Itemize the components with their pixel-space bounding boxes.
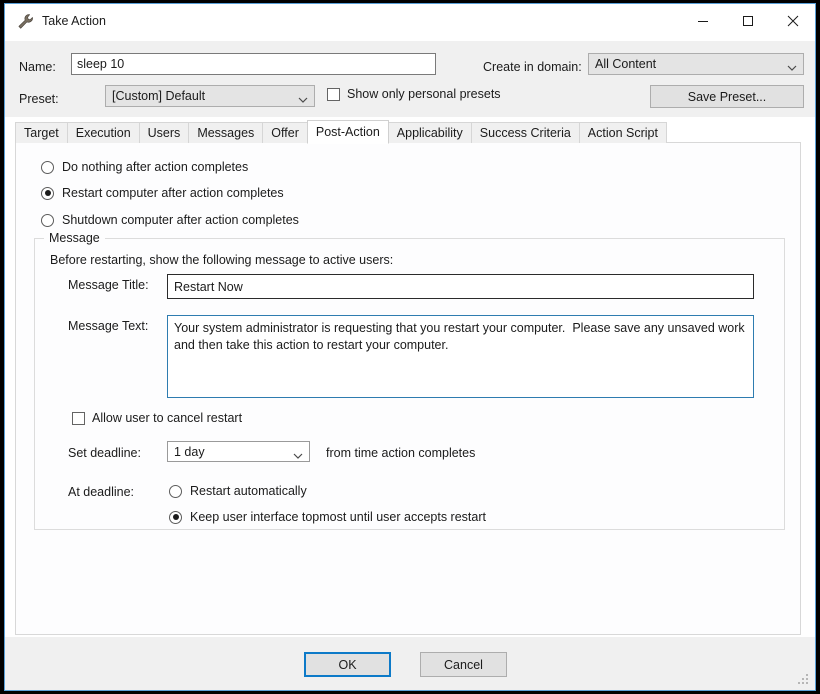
show-only-personal-presets-label: Show only personal presets: [347, 87, 501, 101]
ok-button[interactable]: OK: [304, 652, 391, 677]
close-icon[interactable]: [770, 4, 815, 38]
set-deadline-dropdown[interactable]: 1 day: [167, 441, 310, 462]
tab-messages[interactable]: Messages: [188, 122, 263, 143]
radio-shutdown-computer[interactable]: Shutdown computer after action completes: [41, 213, 299, 227]
preset-value: [Custom] Default: [112, 89, 205, 103]
tab-strip: Target Execution Users Messages Offer Po…: [15, 120, 666, 143]
tab-post-action[interactable]: Post-Action: [307, 120, 389, 144]
show-only-personal-presets-checkbox[interactable]: Show only personal presets: [327, 87, 501, 101]
radio-indicator: [41, 214, 54, 227]
chevron-down-icon: [293, 448, 303, 455]
message-text-area[interactable]: Your system administrator is requesting …: [167, 315, 754, 398]
name-label: Name:: [19, 60, 56, 74]
radio-indicator: [169, 511, 182, 524]
tab-applicability[interactable]: Applicability: [388, 122, 472, 143]
radio-restart-automatically-label: Restart automatically: [190, 484, 307, 498]
tab-success-criteria[interactable]: Success Criteria: [471, 122, 580, 143]
tab-offer[interactable]: Offer: [262, 122, 308, 143]
allow-user-cancel-restart-label: Allow user to cancel restart: [92, 411, 242, 425]
deadline-suffix-text: from time action completes: [326, 446, 475, 460]
message-intro-text: Before restarting, show the following me…: [50, 253, 393, 267]
maximize-icon[interactable]: [725, 4, 770, 38]
preset-dropdown[interactable]: [Custom] Default: [105, 85, 315, 107]
set-deadline-label: Set deadline:: [68, 446, 141, 460]
set-deadline-value: 1 day: [174, 445, 205, 459]
radio-restart-computer-label: Restart computer after action completes: [62, 186, 284, 200]
radio-do-nothing[interactable]: Do nothing after action completes: [41, 160, 248, 174]
tab-target[interactable]: Target: [15, 122, 68, 143]
tab-execution[interactable]: Execution: [67, 122, 140, 143]
radio-indicator: [169, 485, 182, 498]
window-controls: [680, 4, 815, 38]
tab-action-script[interactable]: Action Script: [579, 122, 667, 143]
chevron-down-icon: [787, 61, 797, 68]
radio-keep-ui-topmost[interactable]: Keep user interface topmost until user a…: [169, 510, 486, 524]
at-deadline-label: At deadline:: [68, 485, 134, 499]
radio-do-nothing-label: Do nothing after action completes: [62, 160, 248, 174]
post-action-panel: Do nothing after action completes Restar…: [15, 142, 801, 635]
allow-user-cancel-restart-checkbox[interactable]: Allow user to cancel restart: [72, 411, 242, 425]
radio-indicator: [41, 161, 54, 174]
tab-users[interactable]: Users: [139, 122, 190, 143]
checkbox-box: [327, 88, 340, 101]
create-in-domain-value: All Content: [595, 57, 656, 71]
title-bar: Take Action: [5, 4, 815, 41]
chevron-down-icon: [298, 93, 308, 100]
title-bar-identity: Take Action: [17, 13, 106, 30]
message-title-input[interactable]: [167, 274, 754, 299]
message-text-label: Message Text:: [68, 319, 148, 333]
form-header: Name: Preset: [Custom] Default Show only…: [5, 41, 815, 117]
minimize-icon[interactable]: [680, 4, 725, 38]
message-group-legend: Message: [44, 231, 105, 245]
radio-restart-automatically[interactable]: Restart automatically: [169, 484, 307, 498]
take-action-dialog: Take Action Name: Preset: [Custom] Defau…: [0, 0, 820, 694]
message-title-label: Message Title:: [68, 278, 149, 292]
wrench-icon: [17, 13, 34, 30]
name-input[interactable]: [71, 53, 436, 75]
cancel-button[interactable]: Cancel: [420, 652, 507, 677]
resize-grip[interactable]: [797, 673, 810, 686]
window-title: Take Action: [42, 13, 106, 30]
radio-shutdown-computer-label: Shutdown computer after action completes: [62, 213, 299, 227]
dialog-footer: [5, 637, 815, 690]
radio-indicator: [41, 187, 54, 200]
preset-label: Preset:: [19, 92, 59, 106]
window-frame: Take Action Name: Preset: [Custom] Defau…: [4, 3, 816, 691]
checkbox-box: [72, 412, 85, 425]
save-preset-button[interactable]: Save Preset...: [650, 85, 804, 108]
radio-restart-computer[interactable]: Restart computer after action completes: [41, 186, 284, 200]
create-in-domain-label: Create in domain:: [483, 60, 582, 74]
radio-keep-ui-topmost-label: Keep user interface topmost until user a…: [190, 510, 486, 524]
create-in-domain-dropdown[interactable]: All Content: [588, 53, 804, 75]
